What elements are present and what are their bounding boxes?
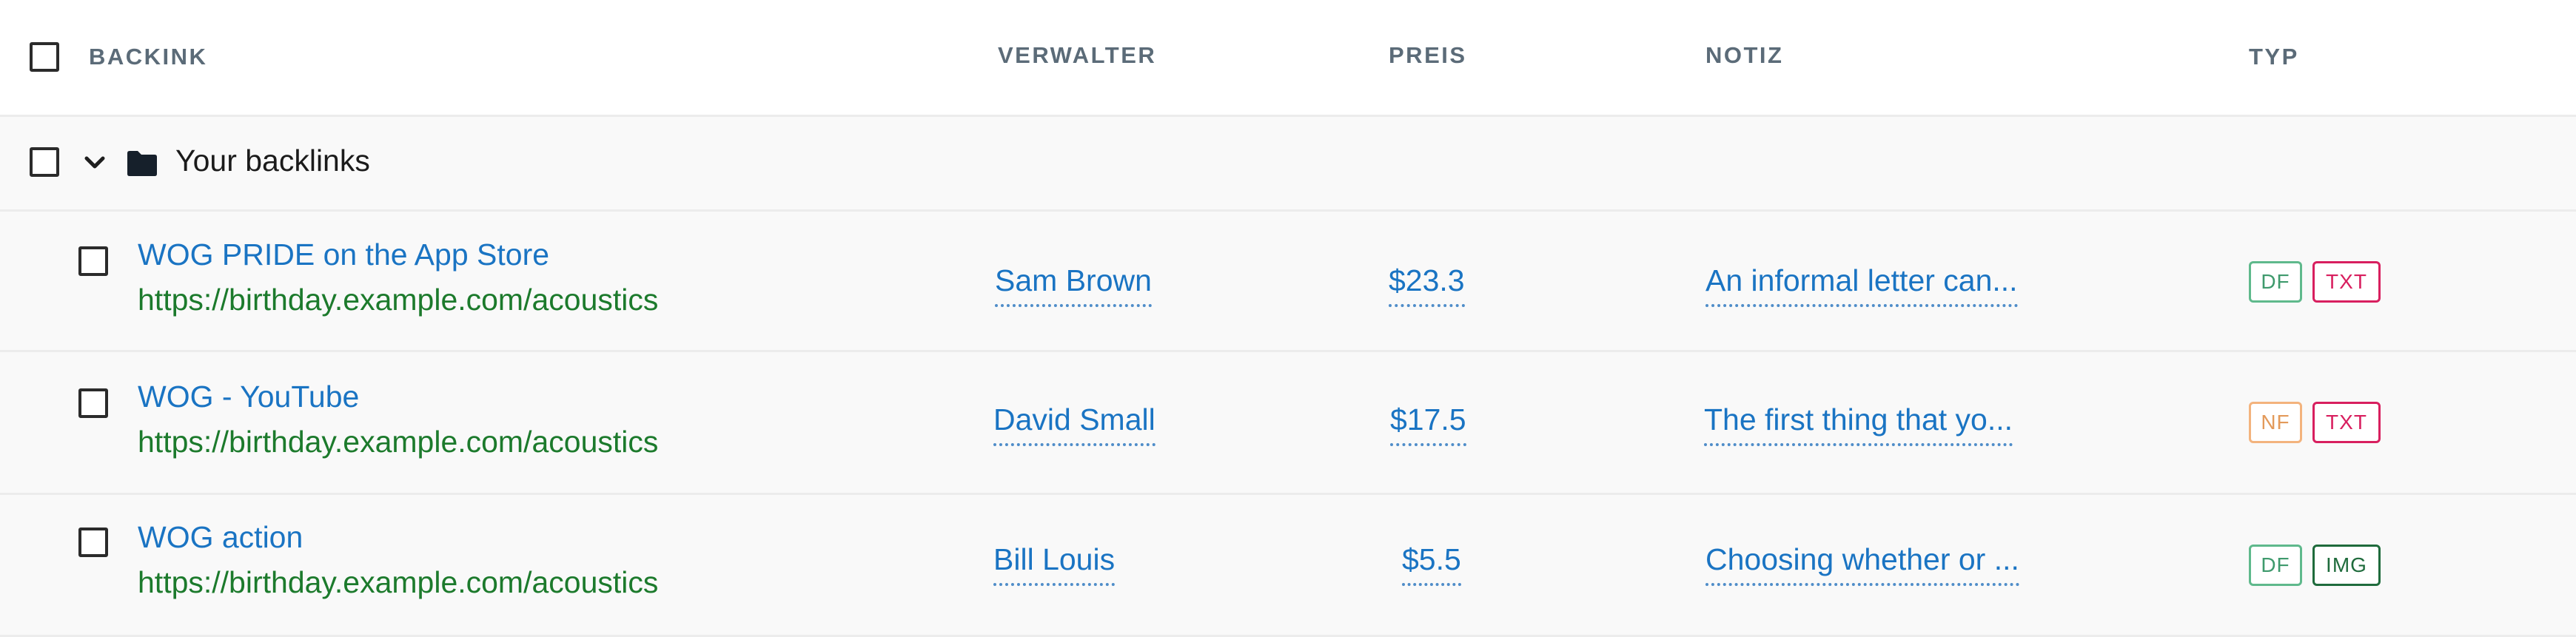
note-field[interactable]: An informal letter can... [1705, 263, 2018, 307]
backlink-url: https://birthday.example.com/acoustics [138, 425, 659, 459]
badge-txt: TXT [2312, 402, 2381, 443]
manager-field[interactable]: David Small [993, 402, 1155, 446]
table-row: WOG action https://birthday.example.com/… [0, 495, 2576, 635]
group-row[interactable]: Your backlinks [0, 117, 2576, 209]
badge-nf: NF [2249, 402, 2302, 443]
badge-img: IMG [2312, 545, 2381, 586]
badge-df: DF [2249, 545, 2302, 586]
backlink-url: https://birthday.example.com/acoustics [138, 283, 659, 317]
manager-field[interactable]: Sam Brown [995, 263, 1152, 307]
badge-df: DF [2249, 261, 2302, 303]
backlink-url: https://birthday.example.com/acoustics [138, 565, 659, 599]
price-field[interactable]: $23.3 [1389, 263, 1465, 307]
table-row: WOG PRIDE on the App Store https://birth… [0, 212, 2576, 350]
table-header: BACKINK VERWALTER PREIS NOTIZ TYP [0, 0, 2576, 115]
chevron-down-icon[interactable] [83, 154, 107, 172]
manager-field[interactable]: Bill Louis [993, 542, 1116, 586]
price-field[interactable]: $5.5 [1402, 542, 1461, 586]
group-label: Your backlinks [175, 144, 370, 178]
backlink-title-link[interactable]: WOG PRIDE on the App Store [138, 237, 549, 272]
backlink-title-link[interactable]: WOG action [138, 520, 303, 555]
row-checkbox[interactable] [78, 246, 108, 276]
group-checkbox[interactable] [30, 147, 59, 177]
column-header-backlink[interactable]: BACKINK [89, 44, 207, 70]
row-checkbox[interactable] [78, 388, 108, 418]
table-row: WOG - YouTube https://birthday.example.c… [0, 352, 2576, 493]
folder-icon [126, 150, 158, 177]
badge-txt: TXT [2312, 261, 2381, 303]
column-header-verwalter[interactable]: VERWALTER [998, 42, 1156, 69]
backlink-title-link[interactable]: WOG - YouTube [138, 380, 359, 414]
column-header-notiz[interactable]: NOTIZ [1705, 42, 1784, 69]
select-all-checkbox[interactable] [30, 42, 59, 72]
price-field[interactable]: $17.5 [1390, 402, 1466, 446]
row-checkbox[interactable] [78, 528, 108, 557]
column-header-typ[interactable]: TYP [2249, 44, 2299, 70]
note-field[interactable]: The first thing that yo... [1704, 402, 2013, 446]
note-field[interactable]: Choosing whether or ... [1705, 542, 2019, 586]
column-header-preis[interactable]: PREIS [1389, 42, 1467, 69]
